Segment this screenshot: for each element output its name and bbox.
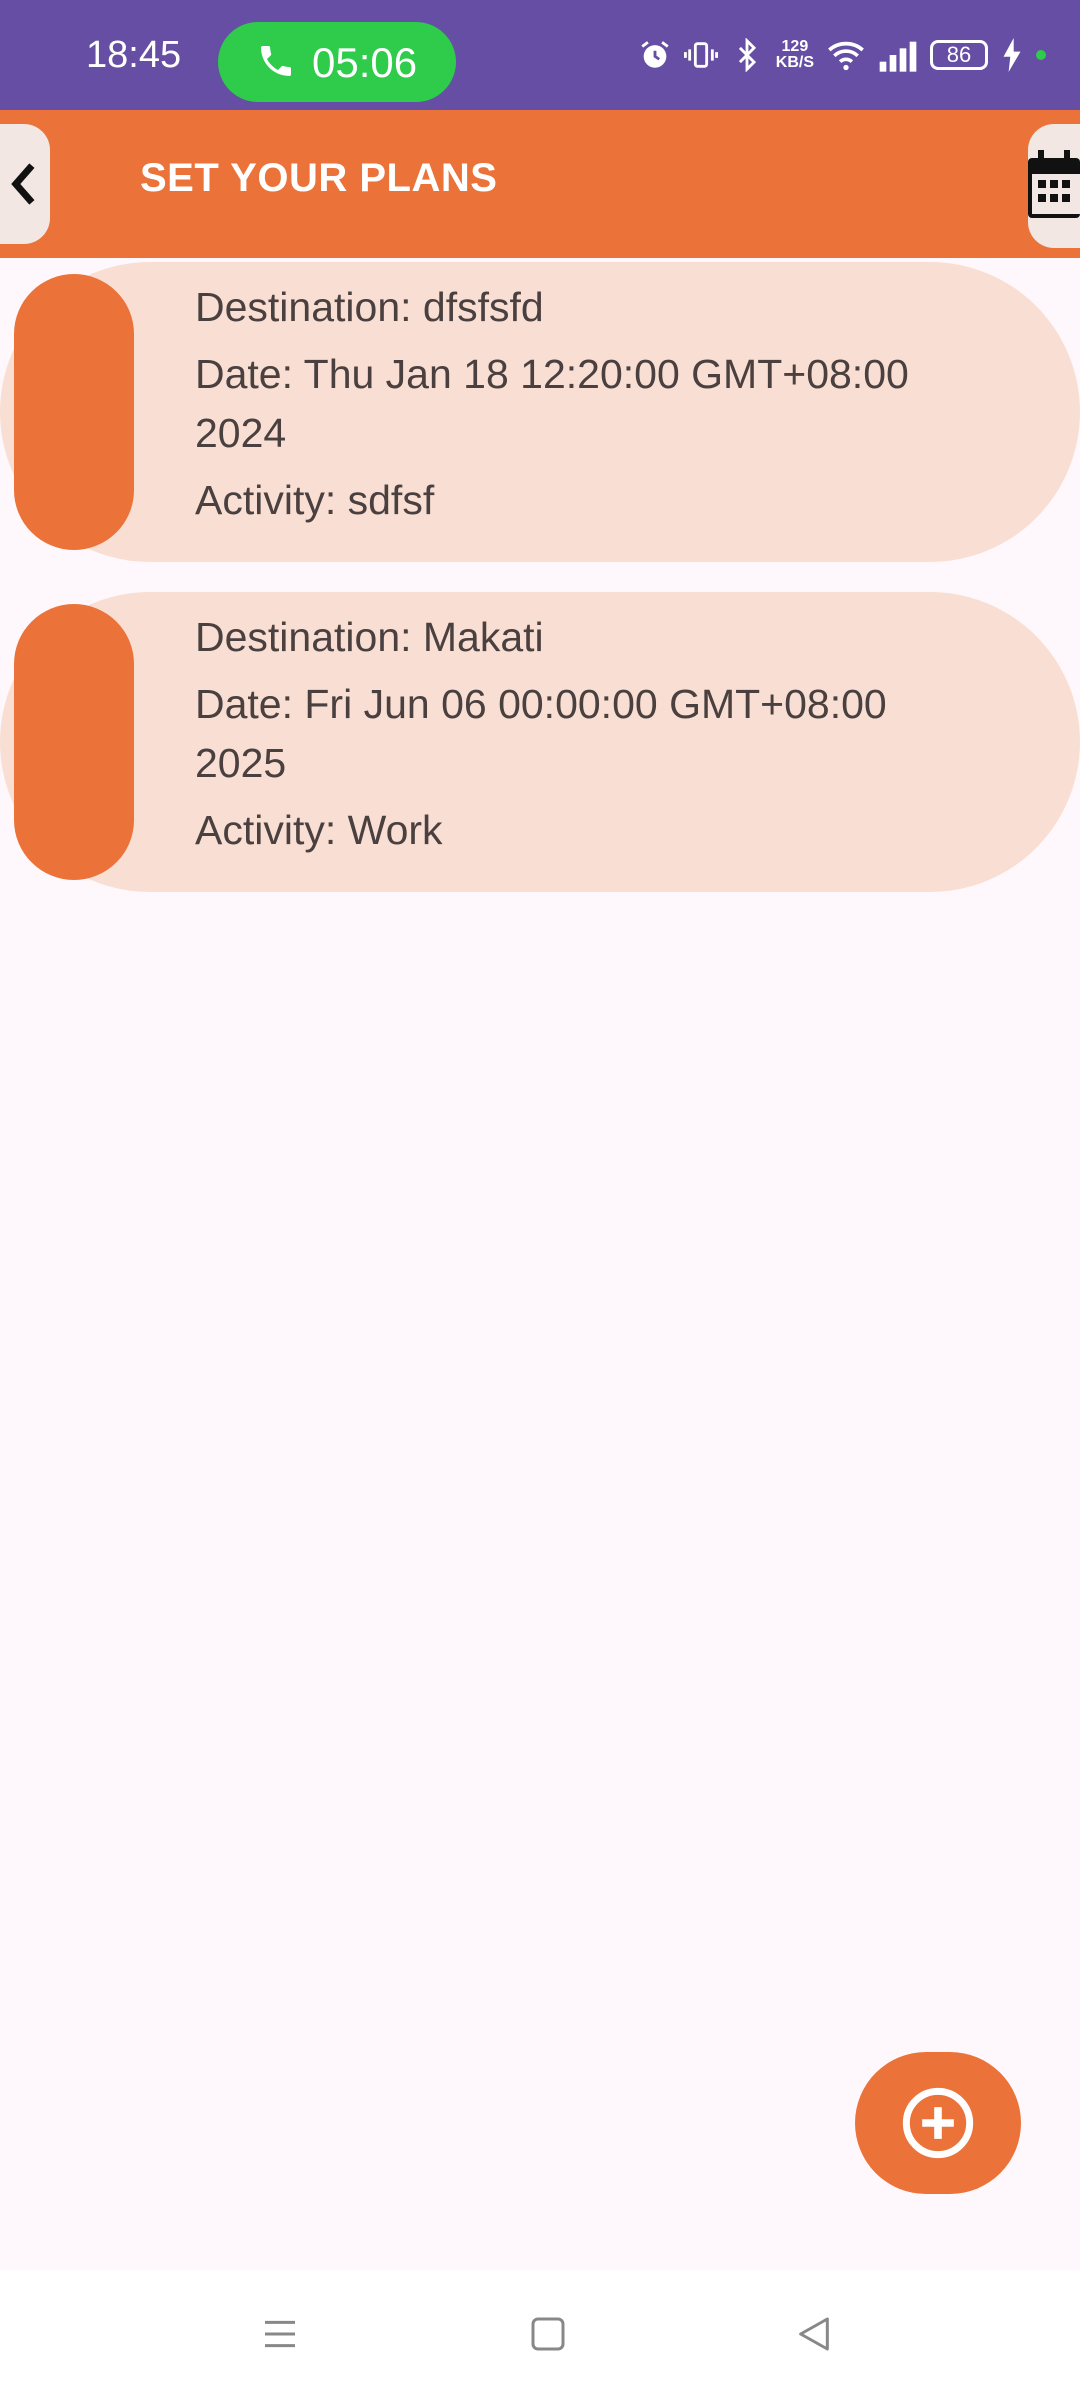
back-icon[interactable]	[794, 2314, 834, 2354]
net-speed-unit: KB/S	[775, 54, 814, 71]
plan-card[interactable]: Destination: Makati Date: Fri Jun 06 00:…	[0, 592, 1080, 892]
page-title: SET YOUR PLANS	[140, 156, 498, 200]
battery-icon: 86	[930, 40, 988, 70]
back-button[interactable]	[0, 124, 50, 244]
signal-icon	[879, 41, 917, 72]
alarm-icon	[641, 41, 669, 68]
chevron-left-icon	[11, 163, 35, 205]
plan-card[interactable]: Destination: dfsfsfd Date: Thu Jan 18 12…	[0, 262, 1080, 562]
add-plan-button[interactable]	[855, 2052, 1021, 2194]
plan-item[interactable]: Destination: dfsfsfd Date: Thu Jan 18 12…	[0, 262, 1080, 562]
status-bar: 18:45 05:06 129 KB/S 86	[0, 0, 1080, 110]
plan-date: Date: Thu Jan 18 12:20:00 GMT+08:00 2024	[195, 351, 909, 456]
plan-destination: Destination: Makati	[195, 614, 544, 660]
plan-list: Destination: dfsfsfd Date: Thu Jan 18 12…	[0, 262, 1080, 892]
plan-details: Destination: Makati Date: Fri Jun 06 00:…	[195, 608, 955, 860]
home-icon[interactable]	[528, 2314, 568, 2354]
calendar-icon	[1028, 150, 1080, 218]
notification-dot	[1036, 50, 1046, 60]
plan-details: Destination: dfsfsfd Date: Thu Jan 18 12…	[195, 278, 955, 530]
app-bar: SET YOUR PLANS	[0, 110, 1080, 258]
plan-item[interactable]: Destination: Makati Date: Fri Jun 06 00:…	[0, 592, 1080, 892]
add-circle-icon	[902, 2087, 974, 2159]
vibrate-icon	[683, 42, 718, 68]
plan-accent	[14, 274, 134, 550]
call-duration: 05:06	[312, 39, 418, 86]
calendar-button[interactable]	[1028, 124, 1080, 248]
system-nav-bar	[0, 2270, 1080, 2400]
plan-activity: Activity: sdfsf	[195, 477, 435, 523]
phone-icon	[261, 46, 291, 76]
net-speed: 129 KB/S	[776, 39, 814, 71]
status-icons: 129 KB/S 86	[638, 30, 1046, 80]
wifi-icon	[828, 41, 864, 71]
plan-accent	[14, 604, 134, 880]
net-speed-value: 129	[781, 38, 809, 55]
menu-icon[interactable]	[260, 2314, 300, 2354]
ongoing-call-pill[interactable]: 05:06	[218, 22, 456, 102]
plan-destination: Destination: dfsfsfd	[195, 284, 544, 330]
charging-icon	[1003, 38, 1021, 72]
status-time: 18:45	[86, 34, 182, 76]
plan-date: Date: Fri Jun 06 00:00:00 GMT+08:00 2025	[195, 681, 887, 786]
bluetooth-icon	[738, 38, 756, 72]
plan-activity: Activity: Work	[195, 807, 443, 853]
battery-level: 86	[946, 42, 972, 67]
